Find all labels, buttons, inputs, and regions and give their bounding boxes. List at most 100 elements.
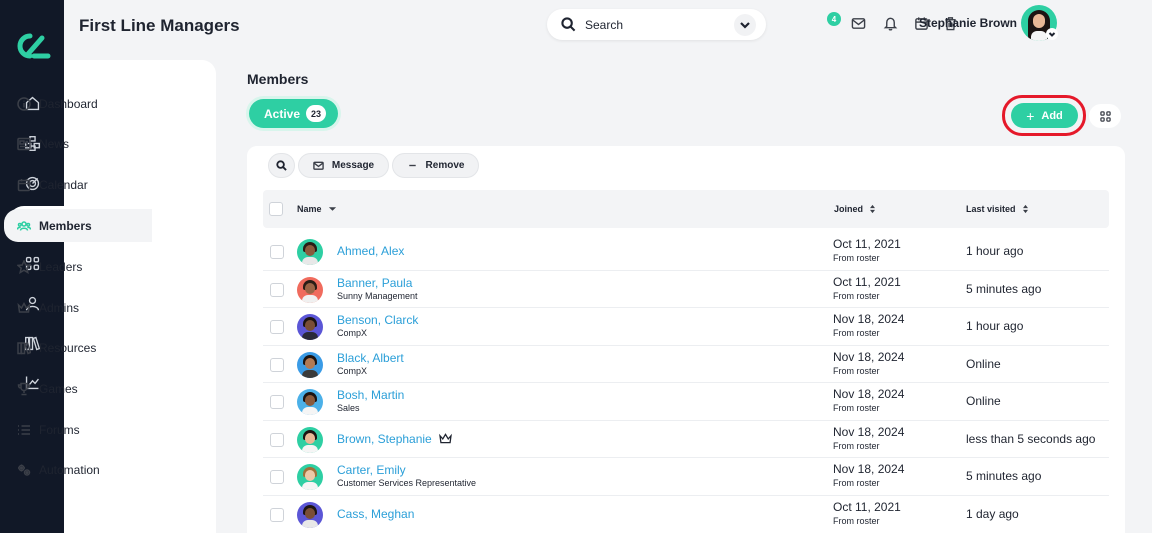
member-name-link[interactable]: Cass, Meghan [337,507,414,521]
member-name-link[interactable]: Bosh, Martin [337,388,404,402]
page-title: Members [247,71,309,87]
search-icon [276,160,287,171]
row-checkbox[interactable] [270,432,284,447]
avatar [297,426,323,453]
search-box[interactable]: Search [547,9,766,40]
sidebar-item-label: Admins [39,300,80,315]
user-name[interactable]: Stephanie Brown [919,16,1017,30]
joined-date: Nov 18, 2024 [833,387,905,401]
sidebar-item-automation[interactable]: Automation [4,453,152,486]
column-header-joined[interactable]: Joined [834,204,876,214]
avatar [297,351,323,378]
search-dropdown-button[interactable] [734,13,756,36]
joined-source: From roster [833,403,880,413]
sidebar-item-calendar[interactable]: Calendar [4,168,152,201]
member-subtitle: Sales [337,403,360,413]
row-checkbox[interactable] [270,245,284,259]
minus-icon [408,164,416,167]
row-checkbox[interactable] [270,282,284,297]
grid-view-toggle[interactable] [1089,104,1121,128]
sidebar-item-dashboard[interactable]: Dashboard [4,87,152,120]
row-checkbox[interactable] [270,357,284,372]
sidebar-item-label: Resources [39,340,97,355]
member-name-link[interactable]: Ahmed, Alex [337,244,404,258]
joined-source: From roster [833,515,880,526]
search-placeholder[interactable]: Search [585,18,734,32]
sort-icon [870,204,876,214]
message-button[interactable]: Message [298,153,389,178]
joined-source: From roster [833,328,880,338]
last-visited: less than 5 seconds ago [966,431,1096,446]
news-icon [17,137,31,150]
joined-date: Nov 18, 2024 [833,462,905,476]
bell-icon[interactable] [883,16,899,32]
member-name-link[interactable]: Carter, Emily [337,463,406,477]
joined-date: Nov 18, 2024 [833,424,905,439]
row-checkbox[interactable] [270,507,284,522]
members-icon [17,220,31,231]
mail-icon[interactable] [851,16,867,32]
last-visited: 1 hour ago [966,319,1024,333]
table-row[interactable]: Bosh, Martin Sales Nov 18, 2024 From ros… [263,383,1109,421]
trophy-icon [17,382,31,395]
chevron-down-icon [740,21,750,29]
member-name-link[interactable]: Brown, Stephanie [337,432,452,446]
select-all-checkbox[interactable] [269,202,283,216]
sidebar-item-label: Calendar [39,177,88,192]
page-group-title: First Line Managers [79,16,240,35]
sidebar-item-label: Dashboard [39,96,98,111]
member-name-link[interactable]: Banner, Paula [337,276,412,290]
remove-button[interactable]: Remove [392,153,479,178]
member-subtitle: CompX [337,328,368,338]
table-row[interactable]: Carter, Emily Customer Services Represen… [263,458,1109,496]
sidebar-item-label: Leaders [39,259,83,274]
table-row[interactable]: Cass, Meghan Oct 11, 2021 From roster 1 … [263,496,1109,533]
last-visited: 5 minutes ago [966,281,1042,296]
account-menu-chevron-icon[interactable] [1046,28,1058,40]
sidebar-item-label: News [39,136,70,151]
tab-active-members[interactable]: Active 23 [249,99,338,128]
joined-date: Oct 11, 2021 [833,499,901,514]
last-visited: 1 hour ago [966,244,1024,258]
column-header-name[interactable]: Name [297,204,337,214]
sidebar-item-games[interactable]: Games [4,372,152,405]
sidebar-item-forums[interactable]: Forums [4,413,152,446]
sidebar-item-label: Games [39,381,78,396]
app-logo-icon[interactable] [12,30,52,62]
plus-icon: + [1026,107,1035,124]
member-name-link[interactable]: Benson, Clarck [337,313,418,327]
table-search-button[interactable] [268,153,295,178]
member-subtitle: Sunny Management [337,290,418,301]
sidebar-item-admins[interactable]: Admins [4,291,152,324]
sort-icon [1022,204,1028,214]
sidebar-item-members[interactable]: Members [4,209,152,242]
add-member-button[interactable]: + Add [1011,103,1078,128]
row-checkbox[interactable] [270,395,284,409]
joined-source: From roster [833,365,880,376]
star-icon [17,259,31,274]
remove-button-label: Remove [425,160,465,171]
row-checkbox[interactable] [270,470,284,484]
table-row[interactable]: Benson, Clarck CompX Nov 18, 2024 From r… [263,308,1109,346]
table-row[interactable]: Banner, Paula Sunny Management Oct 11, 2… [263,271,1109,308]
row-checkbox[interactable] [270,320,284,334]
sidebar-item-news[interactable]: News [4,127,152,160]
member-name-link[interactable]: Black, Albert [337,351,404,365]
avatar [297,389,323,415]
info-icon [17,96,31,111]
avatar [297,314,323,340]
table-row[interactable]: Brown, Stephanie Nov 18, 2024 From roste… [263,421,1109,458]
calendar-icon [17,178,31,191]
crown-icon [438,433,452,444]
column-header-last-visited[interactable]: Last visited [966,204,1029,214]
search-icon [561,17,576,32]
avatar [297,464,323,490]
sort-down-icon [328,207,336,211]
sidebar-item-resources[interactable]: Resources [4,331,152,364]
sidebar-item-leaders[interactable]: Leaders [4,250,152,283]
crown-icon [17,301,31,313]
sidebar-item-label: Automation [39,462,100,477]
table-row[interactable]: Ahmed, Alex Oct 11, 2021 From roster 1 h… [263,233,1109,271]
message-button-label: Message [331,160,375,171]
table-row[interactable]: Black, Albert CompX Nov 18, 2024 From ro… [263,346,1109,383]
